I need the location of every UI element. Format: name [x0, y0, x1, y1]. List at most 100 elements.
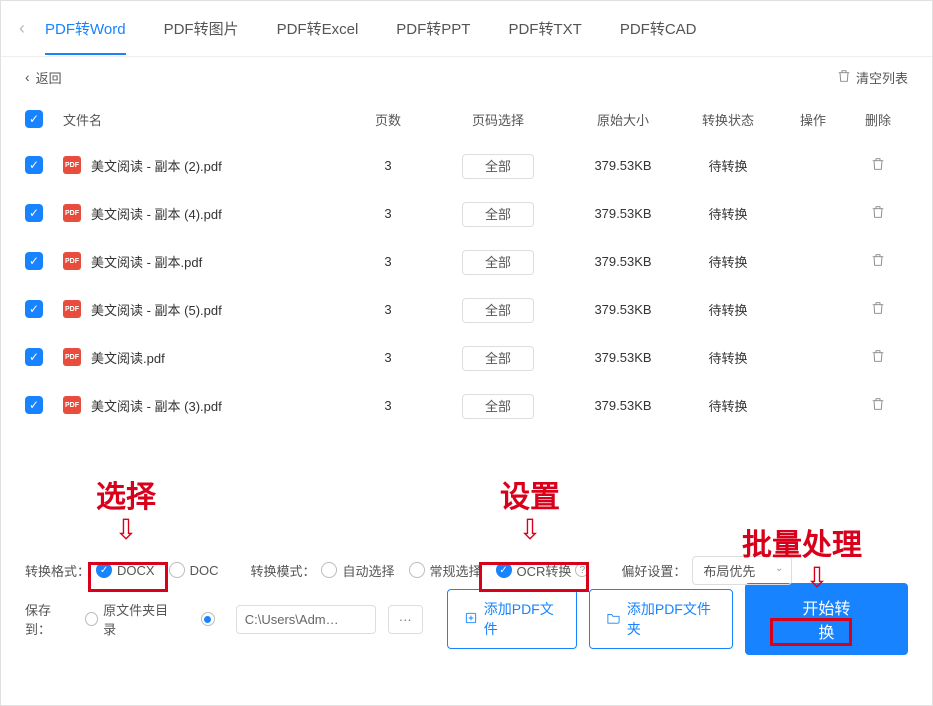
file-name: 美文阅读.pdf [91, 348, 165, 367]
tab-pdf-to-txt[interactable]: PDF转TXT [508, 2, 581, 55]
convert-status: 待转换 [678, 300, 778, 319]
clear-list-label: 清空列表 [856, 68, 908, 87]
table-row: ✓ PDF 美文阅读.pdf 3 全部 379.53KB 待转换 [1, 333, 932, 381]
delete-row-button[interactable] [870, 352, 886, 367]
page-range-button[interactable]: 全部 [462, 346, 534, 371]
delete-row-button[interactable] [870, 160, 886, 175]
file-size: 379.53KB [568, 206, 678, 221]
row-checkbox[interactable]: ✓ [25, 396, 43, 414]
page-range-button[interactable]: 全部 [462, 202, 534, 227]
browse-path-button[interactable]: ··· [388, 605, 423, 634]
table-row: ✓ PDF 美文阅读 - 副本 (5).pdf 3 全部 379.53KB 待转… [1, 285, 932, 333]
th-delete: 删除 [848, 110, 908, 129]
convert-status: 待转换 [678, 204, 778, 223]
saveto-custom-option[interactable] [201, 612, 220, 626]
file-size: 379.53KB [568, 350, 678, 365]
table-row: ✓ PDF 美文阅读 - 副本 (4).pdf 3 全部 379.53KB 待转… [1, 189, 932, 237]
tab-pdf-to-word[interactable]: PDF转Word [45, 2, 126, 55]
saveto-orig-label: 原文件夹目录 [103, 600, 175, 638]
tab-pdf-to-ppt[interactable]: PDF转PPT [396, 2, 470, 55]
mode-auto-option[interactable]: 自动选择 [321, 561, 394, 580]
mode-ocr-option[interactable]: OCR转换? [496, 561, 590, 580]
row-checkbox[interactable]: ✓ [25, 348, 43, 366]
delete-row-button[interactable] [870, 304, 886, 319]
row-checkbox[interactable]: ✓ [25, 204, 43, 222]
pref-label: 偏好设置： [621, 561, 686, 580]
pdf-file-icon: PDF [63, 396, 81, 414]
mode-ocr-label: OCR转换 [517, 561, 572, 580]
th-status: 转换状态 [678, 110, 778, 129]
row-checkbox[interactable]: ✓ [25, 156, 43, 174]
convert-status: 待转换 [678, 348, 778, 367]
format-docx-option[interactable]: DOCX [96, 562, 155, 578]
th-pages: 页数 [348, 110, 428, 129]
pref-value: 布局优先 [703, 564, 755, 579]
file-name: 美文阅读 - 副本 (2).pdf [91, 156, 222, 175]
format-label: 转换格式： [25, 561, 90, 580]
delete-row-button[interactable] [870, 208, 886, 223]
pref-select[interactable]: 布局优先 ⌄ [692, 556, 792, 585]
page-count: 3 [348, 158, 428, 173]
help-icon[interactable]: ? [575, 563, 589, 577]
file-size: 379.53KB [568, 398, 678, 413]
mode-normal-label: 常规选择 [430, 561, 482, 580]
page-range-button[interactable]: 全部 [462, 250, 534, 275]
pdf-file-icon: PDF [63, 348, 81, 366]
mode-auto-label: 自动选择 [342, 561, 394, 580]
select-all-checkbox[interactable]: ✓ [25, 110, 43, 128]
row-checkbox[interactable]: ✓ [25, 300, 43, 318]
format-docx-label: DOCX [117, 563, 155, 578]
file-name: 美文阅读 - 副本 (4).pdf [91, 204, 222, 223]
page-count: 3 [348, 206, 428, 221]
row-checkbox[interactable]: ✓ [25, 252, 43, 270]
tabs-back-chevron-icon[interactable]: ‹ [19, 18, 25, 39]
chevron-down-icon: ⌄ [775, 563, 783, 574]
file-size: 379.53KB [568, 302, 678, 317]
back-button[interactable]: ‹ 返回 [25, 68, 62, 87]
file-size: 379.53KB [568, 158, 678, 173]
page-count: 3 [348, 350, 428, 365]
page-range-button[interactable]: 全部 [462, 154, 534, 179]
delete-row-button[interactable] [870, 400, 886, 415]
convert-status: 待转换 [678, 156, 778, 175]
tab-pdf-to-excel[interactable]: PDF转Excel [277, 2, 359, 55]
file-name: 美文阅读 - 副本.pdf [91, 252, 202, 271]
save-path-input[interactable]: C:\Users\Adm… [236, 605, 376, 634]
file-name: 美文阅读 - 副本 (5).pdf [91, 300, 222, 319]
page-range-button[interactable]: 全部 [462, 394, 534, 419]
add-pdf-folder-button[interactable]: 添加PDF文件夹 [589, 589, 733, 649]
mode-radiogroup: 自动选择 常规选择 OCR转换? [321, 561, 603, 580]
th-range: 页码选择 [428, 110, 568, 129]
pdf-file-icon: PDF [63, 156, 81, 174]
add-folder-label: 添加PDF文件夹 [627, 599, 716, 639]
th-operation: 操作 [778, 110, 848, 129]
format-doc-option[interactable]: DOC [169, 562, 219, 578]
radio-icon [169, 562, 185, 578]
table-row: ✓ PDF 美文阅读 - 副本 (3).pdf 3 全部 379.53KB 待转… [1, 381, 932, 429]
clear-list-button[interactable]: 清空列表 [836, 68, 908, 87]
file-size: 379.53KB [568, 254, 678, 269]
start-convert-button[interactable]: 开始转换 [745, 583, 908, 655]
add-pdf-file-button[interactable]: 添加PDF文件 [447, 589, 577, 649]
folder-icon [606, 611, 621, 627]
radio-checked-icon [201, 612, 215, 626]
plus-icon [464, 611, 478, 628]
file-name: 美文阅读 - 副本 (3).pdf [91, 396, 222, 415]
pdf-file-icon: PDF [63, 300, 81, 318]
radio-icon [321, 562, 337, 578]
format-doc-label: DOC [190, 563, 219, 578]
trash-icon [836, 68, 852, 87]
page-count: 3 [348, 302, 428, 317]
mode-normal-option[interactable]: 常规选择 [409, 561, 482, 580]
format-radiogroup: DOCX DOC [96, 562, 232, 578]
delete-row-button[interactable] [870, 256, 886, 271]
saveto-orig-option[interactable]: 原文件夹目录 [85, 600, 175, 638]
tab-pdf-to-cad[interactable]: PDF转CAD [620, 2, 697, 55]
page-range-button[interactable]: 全部 [462, 298, 534, 323]
add-file-label: 添加PDF文件 [484, 599, 560, 639]
page-count: 3 [348, 254, 428, 269]
tab-pdf-to-image[interactable]: PDF转图片 [164, 2, 239, 55]
th-filename: 文件名 [59, 110, 348, 129]
radio-checked-icon [96, 562, 112, 578]
tabs-bar: ‹ PDF转Word PDF转图片 PDF转Excel PDF转PPT PDF转… [1, 1, 932, 57]
